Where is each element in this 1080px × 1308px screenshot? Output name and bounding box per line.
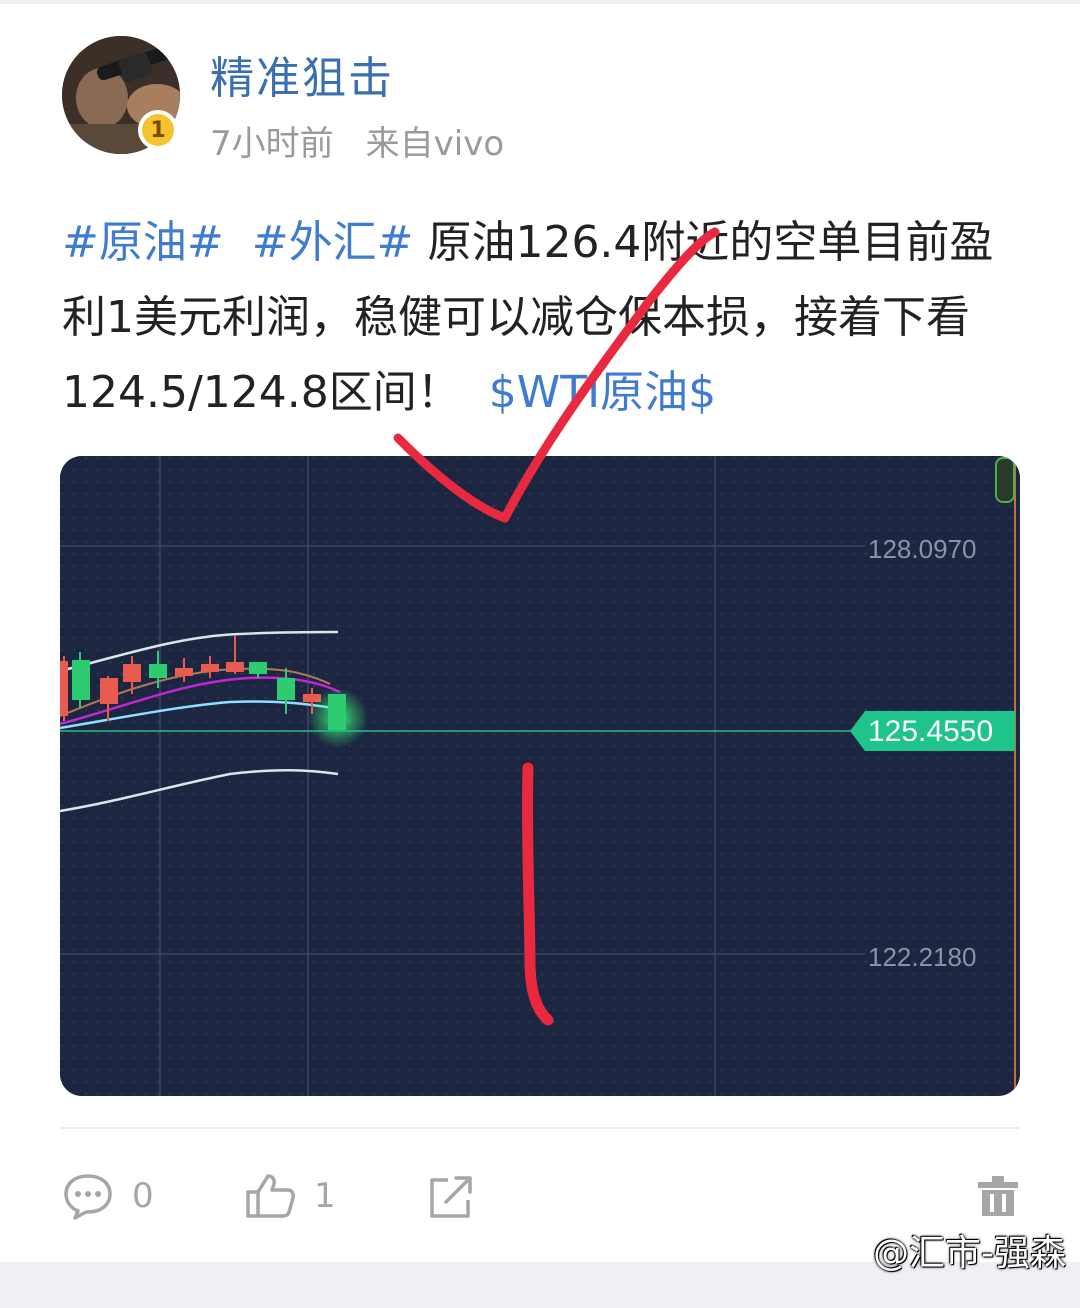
level-badge-number: 1 (142, 114, 174, 146)
post-content: #原油# #外汇# 原油126.4附近的空单目前盈利1美元利润，稳健可以减仓保本… (62, 205, 1022, 430)
comment-button[interactable]: 0 (62, 1168, 154, 1224)
stock-tag-wti[interactable]: $WTI原油$ (489, 367, 716, 418)
delete-icon (978, 1176, 1018, 1216)
price-label-bottom: 122.2180 (868, 942, 976, 972)
post-meta: 7小时前 来自vivo (210, 116, 504, 165)
username[interactable]: 精准狙击 (210, 42, 394, 106)
status-strip (0, 0, 1080, 4)
current-candle (328, 694, 346, 730)
like-count: 1 (314, 1176, 336, 1216)
share-button[interactable] (426, 1168, 478, 1224)
comment-count: 0 (132, 1176, 154, 1216)
post-source: 来自vivo (365, 124, 505, 164)
level-badge: 1 (138, 110, 178, 150)
topic-tag-crude-oil[interactable]: #原油# (62, 217, 224, 268)
topic-tag-forex[interactable]: #外汇# (252, 217, 414, 268)
delete-button[interactable] (974, 1168, 1022, 1224)
price-label-top: 128.0970 (868, 534, 976, 564)
chart-image[interactable]: 128.0970 125.4550 122.2180 (60, 456, 1020, 1096)
comment-icon (64, 1174, 112, 1220)
candlestick-chart: 128.0970 125.4550 122.2180 (60, 456, 1020, 1096)
divider (60, 1127, 1020, 1129)
like-icon (246, 1174, 295, 1218)
scroll-handle[interactable] (995, 457, 1015, 503)
post-time: 7小时前 (210, 124, 334, 164)
like-button[interactable]: 1 (244, 1168, 336, 1224)
price-label-current: 125.4550 (868, 715, 993, 748)
share-icon (430, 1176, 472, 1218)
watermark: @汇市-强森 (873, 1233, 1066, 1274)
